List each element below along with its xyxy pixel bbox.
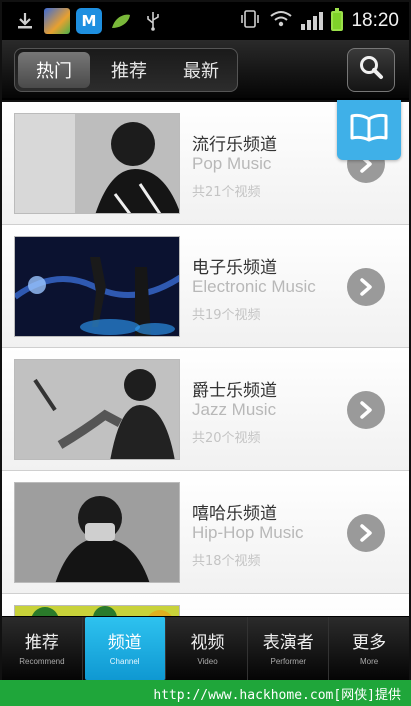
nav-recommend[interactable]: 推荐 Recommend [2,617,83,680]
chevron-right-icon[interactable] [347,268,385,306]
channel-thumbnail [14,482,180,583]
signal-icon [301,12,324,30]
vibrate-icon [239,9,261,33]
bottom-nav: 推荐 Recommend 频道 Channel 视频 Video 表演者 Per… [2,616,409,680]
channel-thumbnail [14,236,180,337]
phone-frame: M 18:20 热门 推荐 最新 流行乐频道 Pop Music 共21个视频 … [0,0,411,706]
channel-subtitle: Hip-Hop Music [192,523,304,542]
gallery-icon [44,8,70,34]
watermark-text: http://www.hackhome.com[网侠]提供 [153,687,401,703]
nav-performer[interactable]: 表演者 Performer [248,617,330,680]
channel-thumbnail [14,113,180,214]
wifi-icon [269,10,293,32]
channel-subtitle: Jazz Music [192,400,277,419]
nav-sublabel: More [359,656,379,666]
leaf-icon [108,8,134,34]
tab-hot[interactable]: 热门 [18,52,90,88]
channel-thumbnail [14,359,180,460]
m-app-icon: M [76,8,102,34]
channel-title: 嘻哈乐频道 [192,504,277,524]
channel-list: 流行乐频道 Pop Music 共21个视频 电子乐频道 Electronic … [2,102,409,616]
channel-item-jazz[interactable]: 爵士乐频道 Jazz Music 共20个视频 [2,348,409,471]
nav-label: 更多 [352,632,387,653]
channel-item-partial[interactable] [2,594,409,616]
nav-sublabel: Channel [109,656,140,666]
channel-thumbnail [14,605,180,616]
nav-sublabel: Recommend [19,656,65,666]
nav-label: 视频 [190,632,225,653]
channel-subtitle: Pop Music [192,154,272,173]
nav-sublabel: Video [197,656,218,666]
segment-tabs: 热门 推荐 最新 [14,48,238,92]
battery-icon [331,8,344,31]
channel-item-electronic[interactable]: 电子乐频道 Electronic Music 共19个视频 [2,225,409,348]
clock: 18:20 [351,10,399,31]
channel-video-count: 共19个视频 [192,308,261,323]
channel-title: 流行乐频道 [192,135,277,155]
tab-latest[interactable]: 最新 [165,49,237,91]
search-button[interactable] [347,48,395,92]
watermark-bar: http://www.hackhome.com[网侠]提供 [0,680,411,706]
nav-more[interactable]: 更多 More [329,617,409,680]
status-bar: M 18:20 [2,2,409,40]
download-icon [12,8,38,34]
book-icon [349,113,389,147]
channel-title: 爵士乐频道 [192,381,277,401]
channel-video-count: 共21个视频 [192,185,261,200]
channel-item-hiphop[interactable]: 嘻哈乐频道 Hip-Hop Music 共18个视频 [2,471,409,594]
channel-video-count: 共18个视频 [192,554,261,569]
nav-sublabel: Performer [270,656,307,666]
nav-channel[interactable]: 频道 Channel [84,617,166,680]
nav-label: 频道 [107,632,142,653]
nav-label: 表演者 [262,632,314,653]
top-header: 热门 推荐 最新 [2,40,409,100]
nav-label: 推荐 [24,632,59,653]
tab-recommended[interactable]: 推荐 [93,49,165,91]
chevron-right-icon[interactable] [347,391,385,429]
channel-subtitle: Electronic Music [192,277,316,296]
channel-title: 电子乐频道 [192,258,277,278]
channel-video-count: 共20个视频 [192,431,261,446]
nav-video[interactable]: 视频 Video [168,617,249,680]
search-icon [357,54,385,86]
bookmark-button[interactable] [337,100,401,160]
chevron-right-icon[interactable] [347,514,385,552]
usb-icon [140,8,166,34]
